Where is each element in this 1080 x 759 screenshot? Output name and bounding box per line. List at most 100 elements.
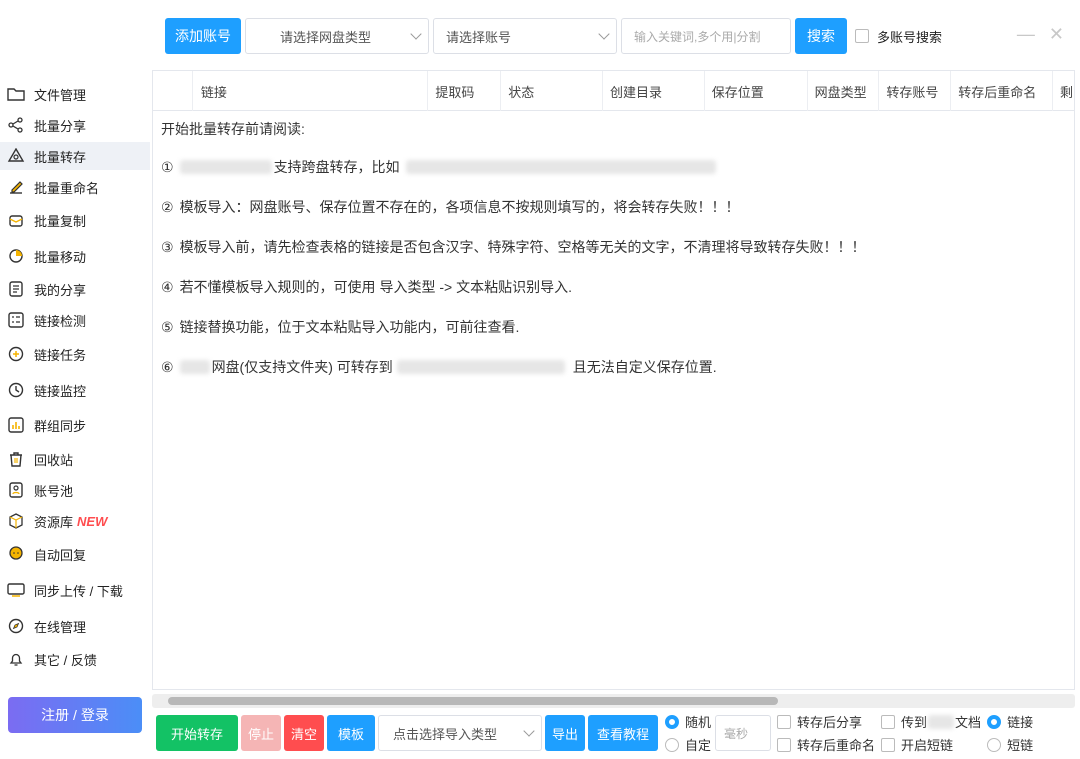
- transfer-table: 链接 提取码 状态 创建目录 保存位置 网盘类型 转存账号 转存后重命名 剩 开…: [152, 70, 1075, 690]
- notice-line-2: ② 模板导入：网盘账号、保存位置不存在的，各项信息不按规则填写的，将会转存失败！…: [161, 197, 1066, 217]
- copy-icon: [7, 211, 25, 229]
- export-button[interactable]: 导出: [545, 715, 585, 751]
- sidebar-item-my-share[interactable]: 我的分享: [0, 275, 150, 303]
- notice-line-1: ① 支持跨盘转存，比如: [161, 157, 1066, 177]
- sidebar-item-recycle-bin[interactable]: 回收站: [0, 445, 150, 473]
- chevron-down-icon: [598, 28, 610, 40]
- import-type-select[interactable]: 点击选择导入类型: [378, 715, 542, 751]
- sidebar-item-group-sync[interactable]: 群组同步: [0, 411, 150, 439]
- multi-account-search-checkbox[interactable]: [855, 29, 869, 43]
- account-select[interactable]: 请选择账号: [433, 18, 617, 54]
- sidebar-item-batch-move[interactable]: 批量移动: [0, 242, 150, 270]
- custom-radio[interactable]: [665, 737, 679, 752]
- link-option[interactable]: 链接: [987, 712, 1033, 731]
- sidebar-item-label: 账号池: [34, 483, 74, 499]
- plus-circle-icon: [7, 345, 25, 363]
- sidebar-item-online-management[interactable]: 在线管理: [0, 612, 150, 640]
- column-header-status[interactable]: 状态: [501, 71, 604, 111]
- sidebar-item-batch-copy[interactable]: 批量复制: [0, 206, 150, 234]
- sidebar-item-label: 其它 / 反馈: [34, 652, 97, 668]
- add-account-button[interactable]: 添加账号: [165, 18, 241, 54]
- random-option[interactable]: 随机: [665, 712, 711, 731]
- open-short-link-option[interactable]: 开启短链: [881, 735, 981, 754]
- column-header-save-location[interactable]: 保存位置: [705, 71, 808, 111]
- template-button[interactable]: 模板: [327, 715, 375, 751]
- notice-num: ⑥: [161, 358, 174, 375]
- sidebar-item-link-check[interactable]: 链接检测: [0, 306, 150, 334]
- notice-panel: 开始批量转存前请阅读: ① 支持跨盘转存，比如 ② 模板导入：网盘账号、保存位置…: [153, 111, 1074, 405]
- start-transfer-button[interactable]: 开始转存: [156, 715, 238, 751]
- bar-chart-icon: [7, 416, 25, 434]
- tutorial-button[interactable]: 查看教程: [588, 715, 658, 751]
- search-button[interactable]: 搜索: [795, 18, 847, 54]
- scrollbar-thumb[interactable]: [168, 697, 778, 705]
- notice-text: 网盘(仅支持文件夹) 可转存到: [211, 359, 393, 375]
- sidebar-item-other-feedback[interactable]: 其它 / 反馈: [0, 645, 150, 673]
- send-to-doc-checkbox[interactable]: [881, 714, 896, 729]
- column-header-rename-after[interactable]: 转存后重命名: [951, 71, 1054, 111]
- rename-after-checkbox[interactable]: [777, 737, 792, 752]
- register-login-button[interactable]: 注册 / 登录: [8, 697, 142, 733]
- disk-type-placeholder: 请选择网盘类型: [280, 29, 372, 45]
- open-short-link-checkbox[interactable]: [881, 737, 896, 752]
- minimize-icon[interactable]: —: [1017, 24, 1035, 45]
- stop-button[interactable]: 停止: [241, 715, 281, 751]
- notice-text: 支持跨盘转存，比如: [273, 159, 400, 175]
- redacted-text: [396, 360, 565, 374]
- custom-label: 自定: [685, 738, 712, 753]
- close-icon[interactable]: ✕: [1049, 24, 1064, 45]
- notice-num: ①: [161, 158, 174, 175]
- bell-icon: [7, 650, 25, 668]
- clear-button[interactable]: 清空: [284, 715, 324, 751]
- window-controls: — ✕: [1017, 24, 1064, 45]
- notice-line-3: ③ 模板导入前，请先检查表格的链接是否包含汉字、特殊字符、空格等无关的文字，不清…: [161, 237, 1066, 257]
- sidebar-item-label: 批量移动: [34, 249, 87, 265]
- short-link-option[interactable]: 短链: [987, 735, 1033, 754]
- edit-icon: [7, 178, 25, 196]
- column-header-disk-type[interactable]: 网盘类型: [808, 71, 880, 111]
- link-radio[interactable]: [987, 714, 1002, 729]
- after-transfer-group: 转存后分享 转存后重命名: [777, 712, 875, 754]
- sidebar-item-file-management[interactable]: 文件管理: [0, 80, 150, 108]
- short-link-radio[interactable]: [987, 737, 1002, 752]
- keyword-input[interactable]: 输入关键词,多个用|分割: [621, 18, 791, 54]
- compass-icon: [7, 617, 25, 635]
- sidebar-item-resource-library[interactable]: 资源库 NEW: [0, 507, 150, 535]
- interval-mode-group: 随机 自定: [665, 712, 711, 754]
- column-header-remaining[interactable]: 剩: [1053, 71, 1074, 111]
- top-toolbar: 添加账号 请选择网盘类型 请选择账号 输入关键词,多个用|分割 搜索 多账号搜索: [165, 17, 942, 55]
- sidebar-item-account-pool[interactable]: 账号池: [0, 476, 150, 504]
- sidebar-item-auto-reply[interactable]: 自动回复: [0, 540, 150, 568]
- custom-option[interactable]: 自定: [665, 735, 711, 754]
- share-after-checkbox[interactable]: [777, 714, 792, 729]
- table-header-select[interactable]: [153, 71, 193, 111]
- cube-icon: [7, 512, 25, 530]
- sidebar-item-batch-transfer[interactable]: 批量转存: [0, 142, 150, 170]
- sidebar-item-link-monitor[interactable]: 链接监控: [0, 376, 150, 404]
- column-header-transfer-account[interactable]: 转存账号: [879, 71, 952, 111]
- milliseconds-placeholder: 毫秒: [724, 726, 749, 741]
- column-header-link[interactable]: 链接: [193, 71, 429, 111]
- column-header-code[interactable]: 提取码: [428, 71, 502, 111]
- random-radio[interactable]: [665, 714, 679, 729]
- sidebar-item-batch-share[interactable]: 批量分享: [0, 111, 150, 139]
- milliseconds-input[interactable]: 毫秒: [715, 715, 772, 751]
- random-label: 随机: [685, 715, 712, 730]
- redacted-text: [405, 160, 716, 174]
- horizontal-scrollbar[interactable]: [152, 694, 1075, 708]
- trash-icon: [7, 450, 25, 468]
- send-to-doc-suffix: 文档: [955, 715, 982, 730]
- redacted-text: [928, 714, 955, 729]
- sidebar-item-batch-rename[interactable]: 批量重命名: [0, 173, 150, 201]
- disk-type-select[interactable]: 请选择网盘类型: [245, 18, 429, 54]
- column-header-create-dir[interactable]: 创建目录: [603, 71, 705, 111]
- sidebar-item-label: 我的分享: [34, 282, 87, 298]
- sidebar-item-link-task[interactable]: 链接任务: [0, 340, 150, 368]
- notice-text: 模板导入前，请先检查表格的链接是否包含汉字、特殊字符、空格等无关的文字，不清理将…: [179, 239, 866, 255]
- share-after-option[interactable]: 转存后分享: [777, 712, 875, 731]
- rename-after-option[interactable]: 转存后重命名: [777, 735, 875, 754]
- sidebar-item-sync-upload-download[interactable]: 同步上传 / 下载: [0, 576, 150, 604]
- send-to-doc-option[interactable]: 传到 文档: [881, 712, 981, 731]
- account-placeholder: 请选择账号: [446, 29, 512, 45]
- folder-icon: [7, 85, 25, 103]
